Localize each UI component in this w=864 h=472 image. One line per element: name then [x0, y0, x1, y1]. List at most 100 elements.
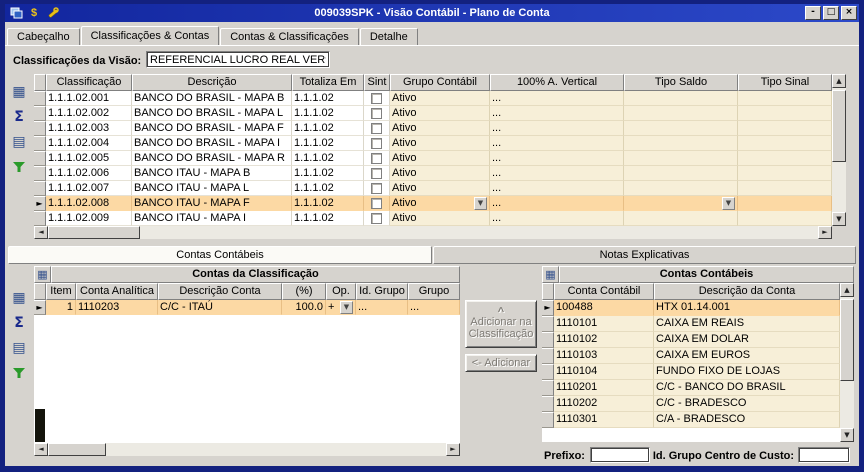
cell-conta-contabil[interactable]: 100488 — [554, 300, 654, 316]
cell-totaliza[interactable]: 1.1.1.02 — [292, 151, 364, 166]
cell-tipo-sinal[interactable] — [738, 91, 832, 106]
sum-button[interactable]: Σ — [9, 107, 29, 127]
cell-conta-contabil[interactable]: 1110202 — [554, 396, 654, 412]
sint-checkbox[interactable] — [371, 123, 382, 134]
sint-checkbox[interactable] — [371, 93, 382, 104]
cell-conta-analitica[interactable]: 1110203 — [76, 300, 158, 315]
cell-descricao[interactable]: BANCO ITAU - MAPA I — [132, 211, 292, 226]
column-header-op[interactable]: Op. — [326, 283, 356, 300]
column-header-descricao[interactable]: Descrição — [132, 74, 292, 91]
sint-checkbox[interactable] — [371, 108, 382, 119]
dropdown-button[interactable]: ▼ — [474, 197, 487, 210]
table-row[interactable]: 1110102 CAIXA EM DOLAR — [542, 332, 854, 348]
scrollbar-thumb[interactable] — [48, 226, 140, 239]
cell-conta-contabil[interactable]: 1110301 — [554, 412, 654, 428]
scroll-up-button[interactable]: ▲ — [832, 74, 846, 88]
cell-tipo-saldo[interactable] — [624, 106, 738, 121]
cell-tipo-saldo[interactable] — [624, 181, 738, 196]
cell-tipo-sinal[interactable] — [738, 211, 832, 226]
visao-input[interactable] — [146, 51, 330, 68]
tab-classificacoes-contas[interactable]: Classificações & Contas — [81, 26, 220, 45]
cell-classificacao[interactable]: 1.1.1.02.004 — [46, 136, 132, 151]
tab-contas-contabeis[interactable]: Contas Contábeis — [8, 246, 432, 264]
cell-classificacao[interactable]: 1.1.1.02.001 — [46, 91, 132, 106]
tab-cabecalho[interactable]: Cabeçalho — [7, 28, 80, 45]
table-row[interactable]: 1.1.1.02.002 BANCO DO BRASIL - MAPA L 1.… — [34, 106, 846, 121]
table-row[interactable]: 1.1.1.02.004 BANCO DO BRASIL - MAPA I 1.… — [34, 136, 846, 151]
cell-sint[interactable] — [364, 91, 390, 106]
tab-notas-explicativas[interactable]: Notas Explicativas — [433, 246, 856, 264]
cell-descricao-conta[interactable]: FUNDO FIXO DE LOJAS — [654, 364, 840, 380]
cell-tipo-saldo[interactable]: ▼ — [624, 196, 738, 211]
cell-descricao-conta[interactable]: CAIXA EM REAIS — [654, 316, 840, 332]
table-row[interactable]: 1.1.1.02.001 BANCO DO BRASIL - MAPA B 1.… — [34, 91, 846, 106]
cell-tipo-saldo[interactable] — [624, 151, 738, 166]
scrollbar-thumb[interactable] — [48, 443, 106, 456]
table-row-selected[interactable]: ► 1.1.1.02.008 BANCO ITAU - MAPA F 1.1.1… — [34, 196, 846, 211]
cell-item[interactable]: 1 — [46, 300, 76, 315]
column-header-classificacao[interactable]: Classificação — [46, 74, 132, 91]
table-row[interactable]: 1.1.1.02.006 BANCO ITAU - MAPA B 1.1.1.0… — [34, 166, 846, 181]
cell-descricao[interactable]: BANCO DO BRASIL - MAPA F — [132, 121, 292, 136]
horizontal-scrollbar[interactable]: ◄ ► — [34, 226, 832, 239]
cell-classificacao[interactable]: 1.1.1.02.003 — [46, 121, 132, 136]
cell-conta-contabil[interactable]: 1110201 — [554, 380, 654, 396]
cell-av[interactable]: ... — [490, 211, 624, 226]
cell-classificacao[interactable]: 1.1.1.02.006 — [46, 166, 132, 181]
table-row[interactable]: 1.1.1.02.007 BANCO ITAU - MAPA L 1.1.1.0… — [34, 181, 846, 196]
cell-av[interactable]: ... — [490, 166, 624, 181]
cell-tipo-sinal[interactable] — [738, 196, 832, 211]
cell-descricao[interactable]: BANCO ITAU - MAPA F — [132, 196, 292, 211]
column-header-sint[interactable]: Sint — [364, 74, 390, 91]
column-header-av[interactable]: 100% A. Vertical — [490, 74, 624, 91]
cell-totaliza[interactable]: 1.1.1.02 — [292, 91, 364, 106]
cell-sint[interactable] — [364, 151, 390, 166]
cell-av[interactable]: ... — [490, 196, 624, 211]
cell-tipo-saldo[interactable] — [624, 211, 738, 226]
cell-totaliza[interactable]: 1.1.1.02 — [292, 211, 364, 226]
table-row[interactable]: 1.1.1.02.003 BANCO DO BRASIL - MAPA F 1.… — [34, 121, 846, 136]
table-row[interactable]: 1.1.1.02.009 BANCO ITAU - MAPA I 1.1.1.0… — [34, 211, 846, 226]
cell-totaliza[interactable]: 1.1.1.02 — [292, 166, 364, 181]
filter-button[interactable] — [9, 363, 29, 383]
wrench-icon[interactable] — [44, 6, 60, 20]
sum-button[interactable]: Σ — [9, 313, 29, 333]
sint-checkbox[interactable] — [371, 213, 382, 224]
table-row[interactable]: 1110301 C/A - BRADESCO — [542, 412, 854, 428]
cell-tipo-sinal[interactable] — [738, 181, 832, 196]
maximize-button[interactable]: □ — [823, 6, 839, 20]
cell-tipo-saldo[interactable] — [624, 136, 738, 151]
cell-sint[interactable] — [364, 121, 390, 136]
cell-descricao[interactable]: BANCO DO BRASIL - MAPA I — [132, 136, 292, 151]
tab-detalhe[interactable]: Detalhe — [360, 28, 418, 45]
table-row-selected[interactable]: ► 1 1110203 C/C - ITAÚ 100.0 + ▼ ... ... — [34, 300, 460, 315]
scrollbar-thumb[interactable] — [832, 90, 846, 162]
scroll-left-button[interactable]: ◄ — [34, 226, 48, 239]
cell-av[interactable]: ... — [490, 181, 624, 196]
sint-checkbox[interactable] — [371, 138, 382, 149]
cell-classificacao[interactable]: 1.1.1.02.005 — [46, 151, 132, 166]
cell-id-grupo[interactable]: ... — [356, 300, 408, 315]
cell-av[interactable]: ... — [490, 121, 624, 136]
tab-contas-classificacoes[interactable]: Contas & Classificações — [220, 28, 359, 45]
scroll-right-button[interactable]: ► — [446, 443, 460, 456]
cell-tipo-saldo[interactable] — [624, 121, 738, 136]
cell-grupo-contabil[interactable]: Ativo — [390, 106, 490, 121]
cell-descricao[interactable]: BANCO ITAU - MAPA B — [132, 166, 292, 181]
column-customize-button[interactable]: ▦ — [34, 266, 51, 283]
cell-descricao-conta[interactable]: C/C - BRADESCO — [654, 396, 840, 412]
cell-sint[interactable] — [364, 196, 390, 211]
cell-tipo-sinal[interactable] — [738, 106, 832, 121]
cell-descricao[interactable]: BANCO DO BRASIL - MAPA L — [132, 106, 292, 121]
table-row[interactable]: 1110104 FUNDO FIXO DE LOJAS — [542, 364, 854, 380]
cell-conta-contabil[interactable]: 1110104 — [554, 364, 654, 380]
cell-descricao-conta[interactable]: HTX 01.14.001 — [654, 300, 840, 316]
scroll-up-button[interactable]: ▲ — [840, 283, 854, 297]
filter-button[interactable] — [9, 157, 29, 177]
scroll-down-button[interactable]: ▼ — [832, 212, 846, 226]
table-row[interactable]: 1110202 C/C - BRADESCO — [542, 396, 854, 412]
cell-sint[interactable] — [364, 106, 390, 121]
sint-checkbox[interactable] — [371, 168, 382, 179]
cell-conta-contabil[interactable]: 1110101 — [554, 316, 654, 332]
sint-checkbox[interactable] — [371, 183, 382, 194]
